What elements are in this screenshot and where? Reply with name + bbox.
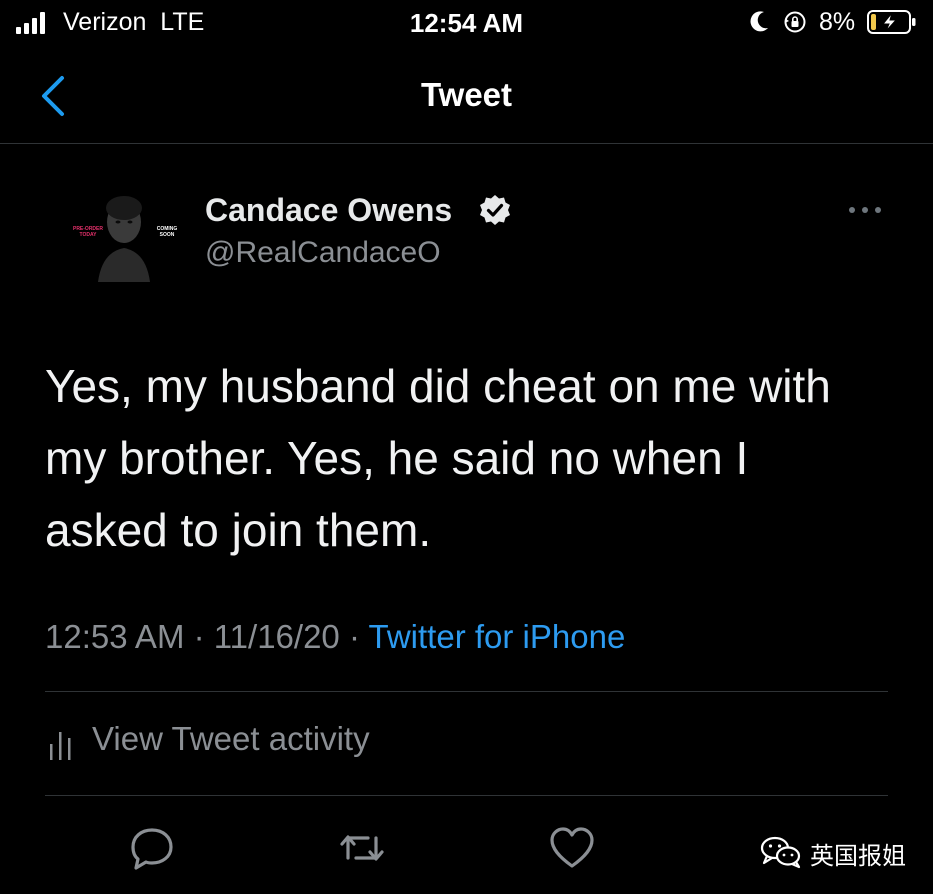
tweet-text: Yes, my husband did cheat on me with my …	[45, 360, 831, 556]
author-handle[interactable]: @RealCandaceO	[205, 236, 441, 270]
page-title: Tweet	[420, 76, 513, 113]
author-display-name[interactable]: Candace Owens	[205, 192, 452, 229]
view-tweet-activity-label: View Tweet activity	[92, 720, 370, 757]
reply-icon[interactable]	[128, 824, 176, 872]
divider	[45, 795, 888, 796]
status-bar: Verizon LTE 12:54 AM 8%	[0, 0, 933, 48]
nav-bar: Tweet	[0, 58, 933, 144]
tweet-meta: 12:53 AM · 11/16/20 · Twitter for iPhone	[45, 618, 625, 656]
avatar[interactable]: PRE-ORDER TODAY COMING SOON	[58, 178, 190, 282]
do-not-disturb-moon-icon	[750, 11, 768, 32]
watermark-text: 英国报姐	[810, 842, 906, 870]
tweet-source-link[interactable]: Twitter for iPhone	[369, 618, 626, 655]
meta-separator: ·	[339, 618, 369, 655]
battery-percent: 8%	[819, 8, 856, 36]
like-icon[interactable]	[548, 824, 596, 872]
more-options-icon[interactable]	[845, 196, 885, 224]
avatar-badge-left: PRE-ORDER TODAY	[72, 226, 103, 238]
divider	[45, 691, 888, 692]
tweet-date: 11/16/20	[213, 618, 340, 655]
analytics-bars-icon	[50, 732, 71, 760]
meta-separator: ·	[184, 618, 214, 655]
battery-charging-icon	[867, 10, 916, 34]
verified-badge-icon	[480, 195, 510, 225]
rotation-lock-icon	[784, 11, 806, 33]
avatar-badge-right: COMING SOON	[156, 226, 178, 238]
wechat-icon	[760, 836, 801, 869]
tweet-time: 12:53 AM	[45, 618, 185, 655]
retweet-icon[interactable]	[338, 824, 386, 872]
